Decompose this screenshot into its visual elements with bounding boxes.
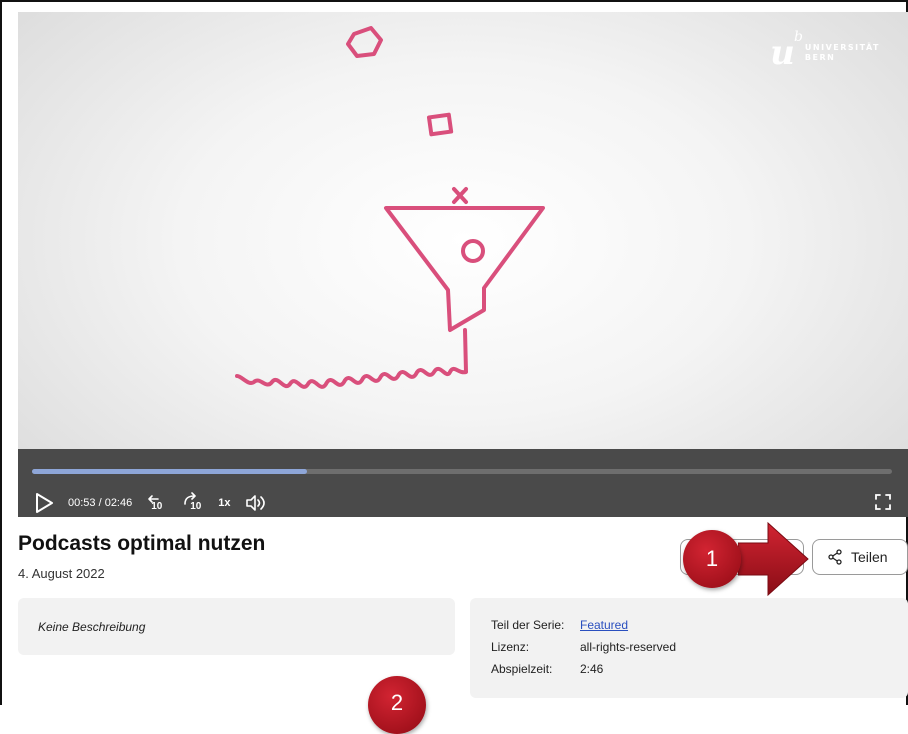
duration-key: Abspielzeit: <box>491 662 553 676</box>
fullscreen-icon <box>875 494 891 510</box>
license-key: Lizenz: <box>491 640 530 654</box>
play-icon <box>36 493 53 513</box>
series-key: Teil der Serie: <box>491 618 565 632</box>
license-value: all-rights-reserved <box>580 640 677 654</box>
progress-fill <box>32 469 308 474</box>
circle-shape <box>461 239 485 263</box>
video-frame-illustration <box>235 26 545 389</box>
duration-value: 2:46 <box>580 662 604 676</box>
university-logo: ub UNIVERSITÄT BERN <box>770 29 880 73</box>
hexagon-shape <box>346 26 383 58</box>
logo-mark: ub <box>770 29 803 73</box>
squiggle-line <box>235 328 468 389</box>
series-link[interactable]: Featured <box>580 618 628 632</box>
forward-label: 10 <box>190 501 202 512</box>
play-button[interactable] <box>34 492 54 514</box>
license-row: Lizenz: all-rights-reserved <box>491 640 676 654</box>
callout-badge-1: 1 <box>683 530 741 588</box>
control-row: 00:53 / 02:46 10 10 1x <box>34 491 268 515</box>
series-row: Teil der Serie: Featured <box>491 618 628 632</box>
rewind-label: 10 <box>151 501 163 512</box>
rewind-10-button[interactable]: 10 <box>146 492 168 514</box>
volume-icon <box>246 495 266 511</box>
funnel-shape <box>384 206 545 332</box>
time-display: 00:53 / 02:46 <box>68 497 133 509</box>
description-text: Keine Beschreibung <box>38 620 146 634</box>
metadata-panel: Teil der Serie: Featured Lizenz: all-rig… <box>470 598 908 698</box>
callout-badge-2: 2 <box>368 676 426 734</box>
episode-title: Podcasts optimal nutzen <box>18 532 266 555</box>
video-player[interactable]: ub UNIVERSITÄT BERN 00:53 / 02:46 10 10 … <box>18 12 908 517</box>
volume-button[interactable] <box>244 494 268 512</box>
forward-10-button[interactable]: 10 <box>182 492 204 514</box>
player-controls: 00:53 / 02:46 10 10 1x <box>18 449 908 517</box>
description-panel: Keine Beschreibung <box>18 598 455 655</box>
share-label: Teilen <box>851 549 888 565</box>
share-icon <box>828 549 842 565</box>
progress-bar[interactable] <box>32 469 892 474</box>
square-shape <box>426 112 454 137</box>
fullscreen-button[interactable] <box>874 493 892 511</box>
episode-date: 4. August 2022 <box>18 566 105 581</box>
duration-row: Abspielzeit: 2:46 <box>491 662 603 676</box>
speed-button[interactable]: 1x <box>218 497 230 509</box>
callout-arrow <box>738 521 809 597</box>
logo-text: UNIVERSITÄT BERN <box>804 42 880 62</box>
